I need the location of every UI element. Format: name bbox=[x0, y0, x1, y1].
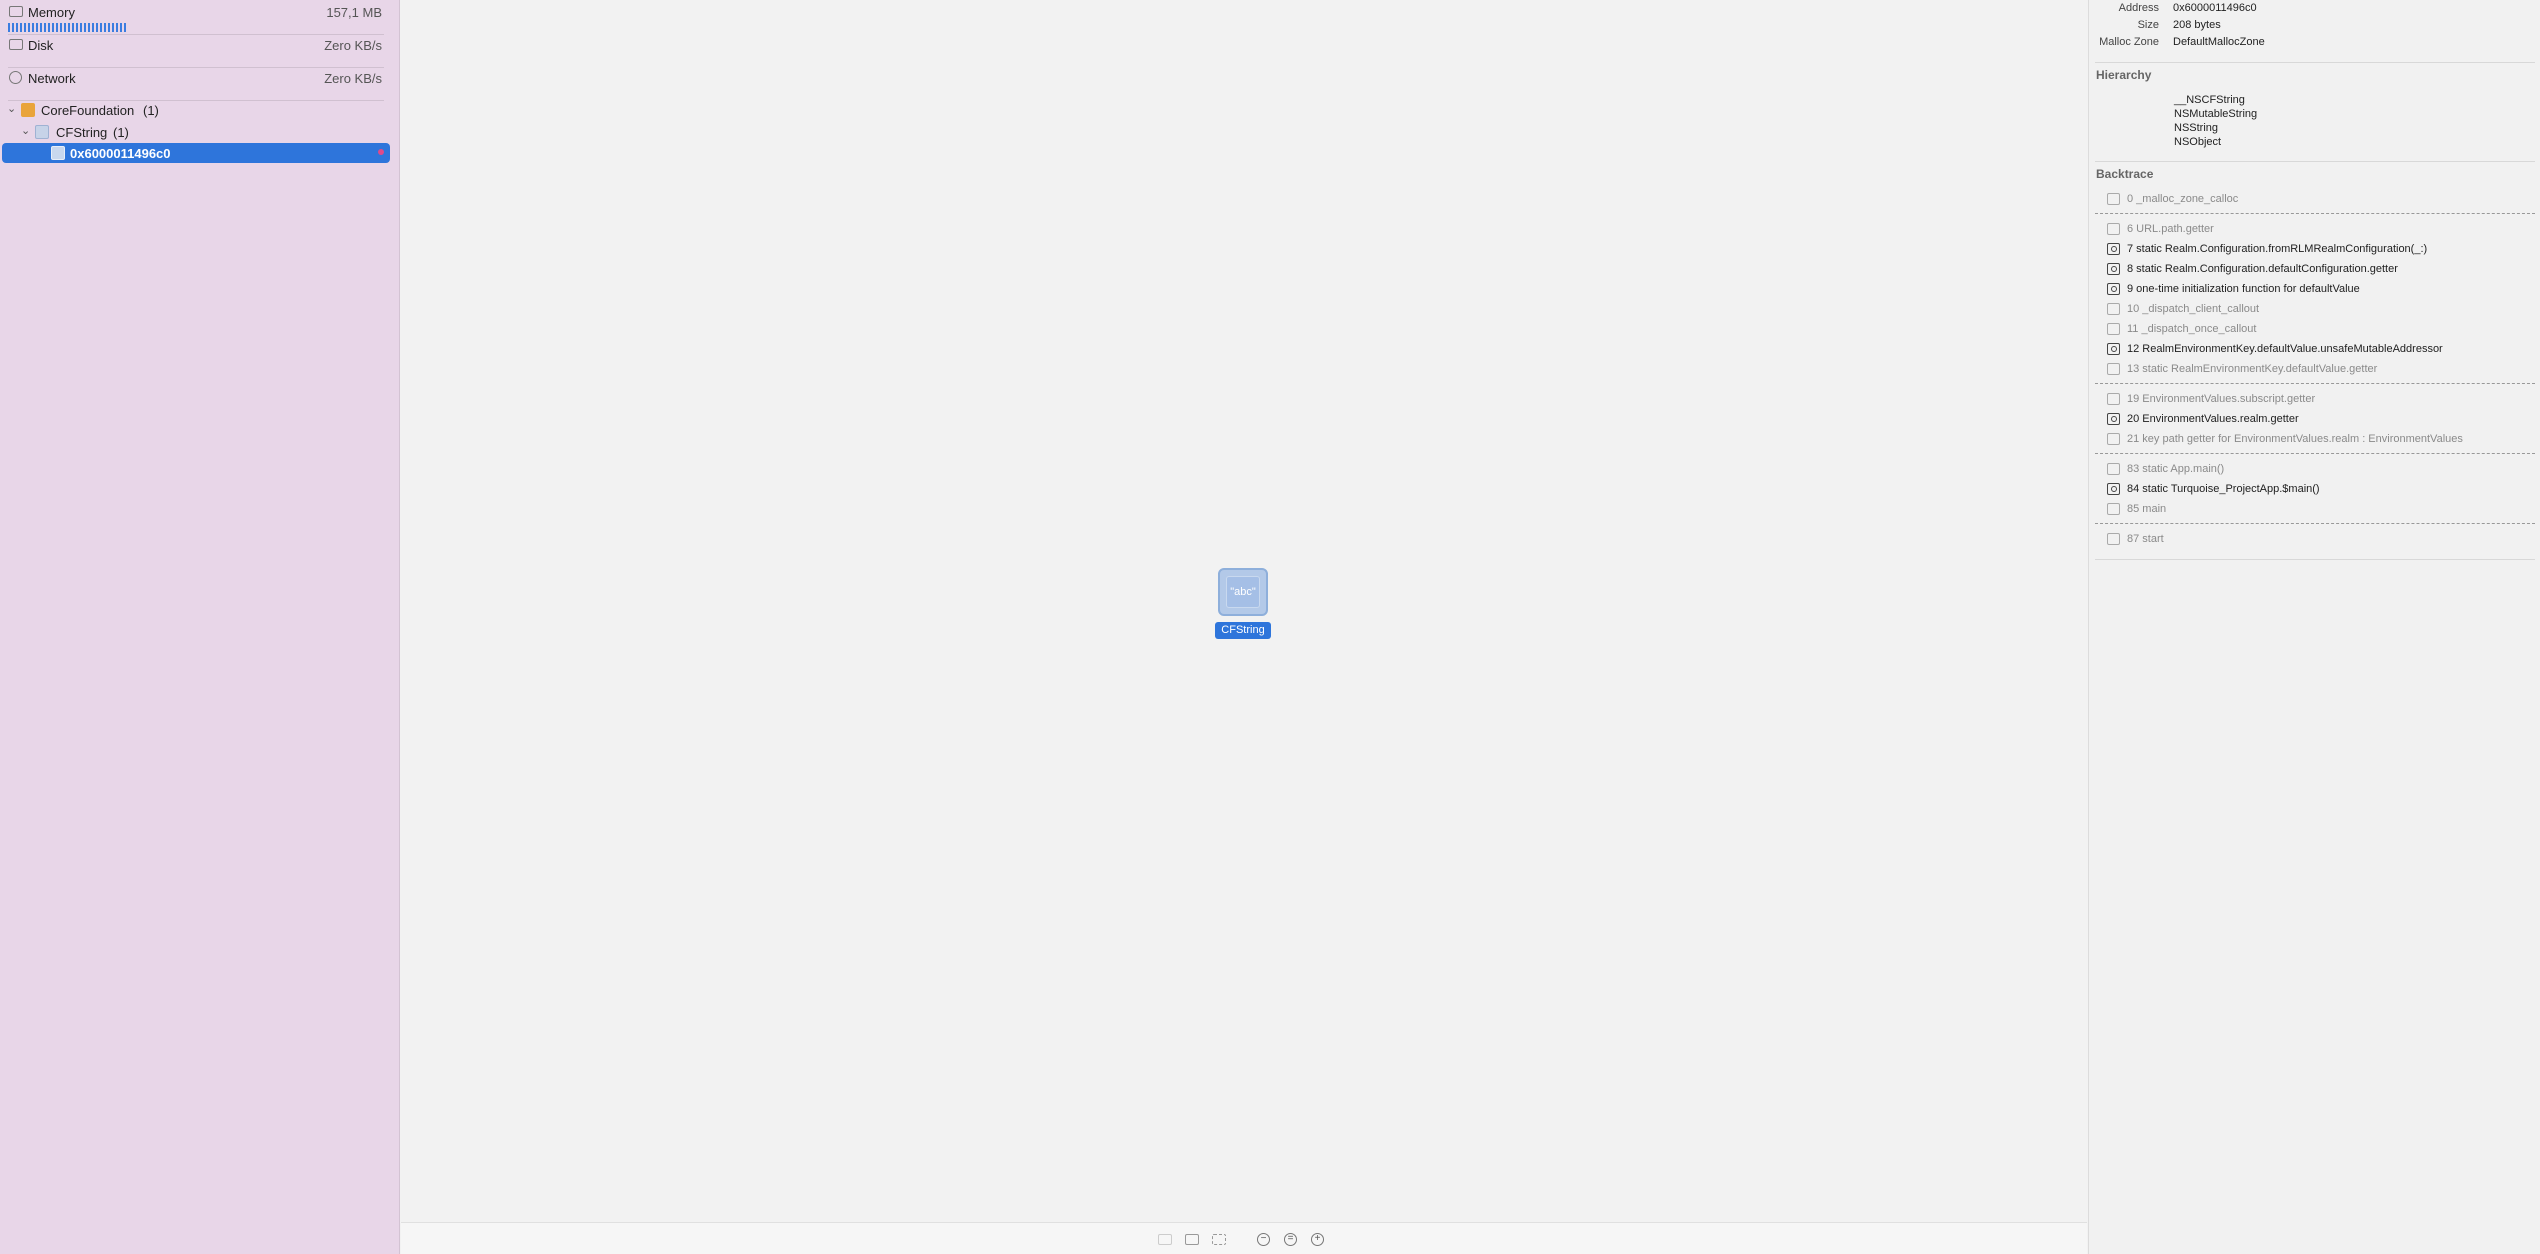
graph-node-glyph: "abc" bbox=[1226, 576, 1260, 608]
hierarchy-item: NSObject bbox=[2174, 136, 2222, 148]
tree-label-corefoundation: CoreFoundation bbox=[41, 103, 135, 118]
disk-value: Zero KB/s bbox=[324, 38, 382, 53]
user-frame-icon bbox=[2107, 263, 2120, 275]
hierarchy-item: NSString bbox=[2174, 122, 2219, 134]
canvas-toolbar: − = + bbox=[401, 1222, 2087, 1254]
divider bbox=[2095, 161, 2535, 162]
hierarchy-item: __NSCFString bbox=[2174, 94, 2245, 106]
tree-row-instance[interactable]: 0x6000011496c0 bbox=[2, 143, 390, 163]
zoom-in-icon[interactable]: + bbox=[1311, 1233, 1324, 1246]
system-frame-icon bbox=[2107, 533, 2120, 545]
memory-value: 157,1 MB bbox=[326, 5, 382, 20]
graph-node-cfstring[interactable]: "abc" bbox=[1218, 568, 1268, 616]
network-gauge[interactable]: Network Zero KB/s bbox=[8, 68, 384, 101]
system-frame-icon bbox=[2107, 223, 2120, 235]
memory-icon bbox=[9, 6, 23, 17]
issue-badge-icon bbox=[378, 149, 384, 155]
memory-label: Memory bbox=[28, 5, 75, 20]
layout-icon[interactable] bbox=[1158, 1234, 1172, 1245]
size-value: 208 bytes bbox=[2173, 19, 2221, 31]
network-icon bbox=[9, 71, 22, 84]
system-frame-icon bbox=[2107, 323, 2120, 335]
hierarchy-title: Hierarchy bbox=[2096, 68, 2152, 82]
disk-gauge[interactable]: Disk Zero KB/s bbox=[8, 35, 384, 68]
navigator-sidebar: Memory 157,1 MB Disk Zero KB/s Network Z… bbox=[0, 0, 400, 1254]
system-frame-icon bbox=[2107, 433, 2120, 445]
zoom-reset-icon[interactable]: = bbox=[1284, 1233, 1297, 1246]
system-frame-icon bbox=[2107, 503, 2120, 515]
framework-icon bbox=[21, 103, 35, 117]
system-frame-icon bbox=[2107, 363, 2120, 375]
collapsed-frames-divider[interactable] bbox=[2095, 383, 2535, 384]
tree-count-cfstring: (1) bbox=[113, 125, 129, 140]
malloc-zone-key: Malloc Zone bbox=[2099, 36, 2159, 48]
user-frame-icon bbox=[2107, 343, 2120, 355]
tree-label-cfstring: CFString bbox=[56, 125, 108, 140]
tree-row-cfstring[interactable]: ⌄ CFString (1) bbox=[0, 122, 390, 142]
chevron-down-icon[interactable]: ⌄ bbox=[7, 102, 16, 115]
system-frame-icon bbox=[2107, 463, 2120, 475]
memory-gauge[interactable]: Memory 157,1 MB bbox=[8, 2, 384, 35]
divider bbox=[2095, 559, 2535, 560]
instance-icon bbox=[51, 146, 65, 160]
chevron-down-icon[interactable]: ⌄ bbox=[21, 124, 30, 137]
system-frame-icon bbox=[2107, 193, 2120, 205]
user-frame-icon bbox=[2107, 483, 2120, 495]
address-key: Address bbox=[2118, 2, 2159, 14]
size-key: Size bbox=[2137, 19, 2159, 31]
divider bbox=[2095, 62, 2535, 63]
collapsed-frames-divider[interactable] bbox=[2095, 523, 2535, 524]
fit-icon[interactable] bbox=[1212, 1234, 1226, 1245]
tree-label-instance: 0x6000011496c0 bbox=[70, 146, 171, 161]
system-frame-icon bbox=[2107, 393, 2120, 405]
network-label: Network bbox=[28, 71, 76, 86]
disk-label: Disk bbox=[28, 38, 54, 53]
user-frame-icon bbox=[2107, 413, 2120, 425]
backtrace-title: Backtrace bbox=[2096, 167, 2154, 181]
address-value: 0x6000011496c0 bbox=[2173, 2, 2257, 14]
class-icon bbox=[35, 125, 49, 139]
memory-inspector: Address 0x6000011496c0 Size 208 bytes Ma… bbox=[2088, 0, 2540, 1254]
user-frame-icon bbox=[2107, 243, 2120, 255]
collapsed-frames-divider[interactable] bbox=[2095, 213, 2535, 214]
memory-usage-bar bbox=[8, 23, 128, 32]
graph-node-label[interactable]: CFString bbox=[1215, 622, 1271, 639]
collapsed-frames-divider[interactable] bbox=[2095, 453, 2535, 454]
user-frame-icon bbox=[2107, 283, 2120, 295]
tree-row-corefoundation[interactable]: ⌄ CoreFoundation (1) bbox=[0, 100, 390, 120]
system-frame-icon bbox=[2107, 303, 2120, 315]
filter-icon[interactable] bbox=[1185, 1234, 1199, 1245]
tree-count-corefoundation: (1) bbox=[143, 103, 159, 118]
zoom-out-icon[interactable]: − bbox=[1257, 1233, 1270, 1246]
memory-graph-canvas[interactable]: "abc" CFString bbox=[401, 0, 2087, 1222]
network-value: Zero KB/s bbox=[324, 71, 382, 86]
disk-icon bbox=[9, 39, 23, 50]
hierarchy-item: NSMutableString bbox=[2174, 108, 2258, 120]
malloc-zone-value: DefaultMallocZone bbox=[2173, 36, 2265, 48]
